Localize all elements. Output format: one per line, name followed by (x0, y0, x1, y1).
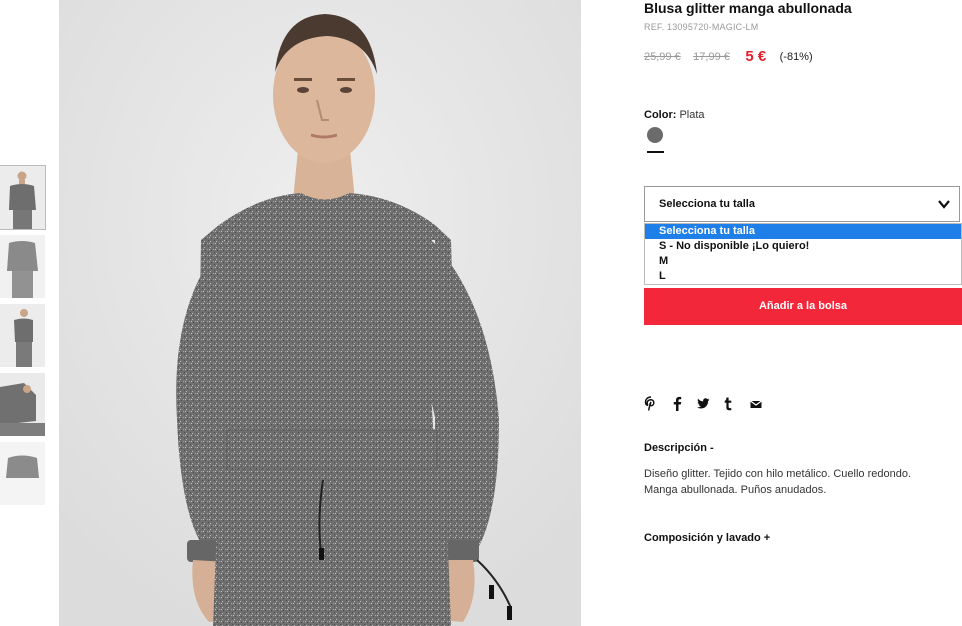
thumbnail-1[interactable] (0, 165, 46, 230)
thumbnail-5[interactable] (0, 442, 45, 505)
size-option-placeholder[interactable]: Selecciona tu talla (645, 224, 961, 239)
product-detail-panel: Blusa glitter manga abullonada REF. 1309… (644, 0, 962, 626)
add-to-bag-button[interactable]: Añadir a la bolsa (644, 288, 962, 325)
size-select-label: Selecciona tu talla (659, 198, 755, 210)
size-dropdown: Selecciona tu talla S - No disponible ¡L… (644, 223, 962, 285)
color-swatch-plata[interactable] (647, 127, 663, 143)
size-option-m[interactable]: M (645, 254, 961, 269)
description-text: Diseño glitter. Tejido con hilo metálico… (644, 468, 912, 496)
size-option-l[interactable]: L (645, 269, 961, 284)
color-label: Color: Plata (644, 109, 705, 121)
product-main-image (59, 0, 581, 626)
price-current: 5 € (745, 48, 767, 66)
twitter-icon[interactable] (696, 396, 712, 414)
chevron-down-icon (938, 200, 950, 209)
product-title: Blusa glitter manga abullonada (644, 0, 852, 16)
thumbnail-4[interactable] (0, 373, 45, 436)
thumbnail-2[interactable] (0, 235, 45, 298)
swatch-selected-indicator (647, 151, 664, 153)
price-previous: 17,99 € (693, 50, 730, 63)
size-option-s[interactable]: S - No disponible ¡Lo quiero! (645, 239, 961, 254)
description-toggle[interactable]: Descripción - (644, 442, 714, 454)
discount-badge: (-81%) (779, 50, 813, 63)
price-original: 25,99 € (644, 50, 681, 63)
email-icon[interactable] (749, 396, 765, 414)
thumbnail-3[interactable] (0, 304, 45, 367)
color-label-key: Color: (644, 109, 677, 121)
facebook-icon[interactable] (672, 396, 688, 414)
product-reference: REF. 13095720-MAGIC-LM (644, 22, 759, 32)
tumblr-icon[interactable] (723, 396, 739, 414)
color-label-value: Plata (679, 109, 705, 121)
price-row: 25,99 € 17,99 € 5 € (-81%) (644, 48, 813, 68)
composition-toggle[interactable]: Composición y lavado + (644, 532, 770, 544)
pinterest-icon[interactable] (644, 396, 660, 414)
size-select[interactable]: Selecciona tu talla (644, 186, 960, 222)
